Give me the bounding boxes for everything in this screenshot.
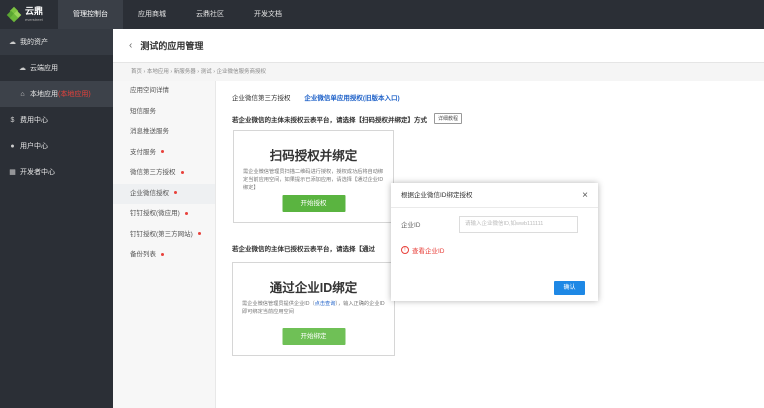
logo-text-cn: 云鼎: [25, 6, 44, 17]
card-desc-text: 需企业微信管理员提供企业ID（: [242, 301, 315, 307]
close-icon[interactable]: ×: [582, 183, 588, 208]
page-title: 测试的应用管理: [140, 41, 204, 51]
submenu-item-sms[interactable]: 短信服务: [113, 102, 215, 123]
sidebar-item-local-apps[interactable]: ⌂ 本地应用 (本地应用): [0, 81, 113, 107]
status-dot: [161, 252, 164, 256]
auth-type-label: 企业微信第三方授权: [232, 95, 291, 102]
alert-circle-icon: !: [401, 246, 409, 254]
card-title: 扫码授权并绑定: [269, 149, 358, 163]
nav-community[interactable]: 云鼎社区: [181, 0, 239, 29]
submenu-item-label: 短信服务: [130, 107, 156, 115]
submenu-item-space-detail[interactable]: 应用空间详情: [113, 81, 215, 102]
sidebar-item-tag: (本地应用): [58, 91, 91, 98]
scan-auth-card: 扫码授权并绑定 需企业微信管理员扫描二维码进行授权，授权成功后将自动绑定当前应用…: [233, 130, 394, 223]
submenu-item-dingtalk-micro[interactable]: 钉钉授权(微应用): [113, 204, 215, 225]
brand-logo[interactable]: 云鼎 everstreet: [0, 0, 58, 29]
status-dot: [197, 232, 201, 236]
chevron-left-icon[interactable]: ‹: [129, 40, 132, 51]
submenu-item-label: 钉钉授权(微应用): [130, 210, 180, 217]
submenu-item-wechat-auth[interactable]: 微信第三方授权: [113, 163, 215, 184]
submenu-item-label: 企业微信授权: [130, 189, 169, 197]
submenu-item-label: 支付服务: [130, 148, 156, 156]
secondary-menu: 应用空间详情 短信服务 消息推送服务 支付服务 微信第三方授权 企业微信授权 钉…: [113, 81, 216, 408]
start-auth-button[interactable]: 开始授权: [282, 195, 345, 212]
start-bind-button[interactable]: 开始绑定: [282, 328, 345, 345]
logo-icon: [6, 6, 22, 23]
bind-instruction-row: 若企业微信的主体已授权云表平台，请选择【通过: [232, 246, 375, 253]
status-dot: [184, 211, 188, 215]
user-icon: ●: [10, 142, 15, 150]
sidebar-item-cloud-apps[interactable]: ☁ 云端应用: [0, 55, 113, 81]
grid-icon: ▦: [9, 169, 16, 176]
nav-console[interactable]: 管理控制台: [58, 0, 123, 29]
corp-id-label: 企业ID: [401, 222, 421, 229]
card-description: 需企业微信管理员提供企业ID（点击查询），输入正确的企业ID即可绑定当前应用空间: [233, 296, 394, 316]
cloud-icon: ☁: [19, 65, 26, 72]
corp-id-input[interactable]: 请输入企业微信ID,如wwb111111: [459, 216, 578, 233]
page-header: ‹ 测试的应用管理: [113, 29, 764, 63]
submenu-item-label: 微信第三方授权: [130, 169, 176, 176]
confirm-button[interactable]: 确认: [554, 281, 585, 295]
lookup-link[interactable]: 点击查询: [315, 301, 336, 307]
submenu-item-dingtalk-site[interactable]: 钉钉授权(第三方网站): [113, 225, 215, 246]
top-nav-bar: 云鼎 everstreet 管理控制台 应用商城 云鼎社区 开发文档: [0, 0, 764, 29]
home-icon: ⌂: [20, 90, 25, 98]
card-description: 需企业微信管理员扫描二维码进行授权，授权成功后将自动绑定当前应用空间，如果提示已…: [243, 169, 384, 191]
bind-dialog: 根据企业微信ID绑定授权 × 企业ID 请输入企业微信ID,如wwb111111…: [391, 183, 598, 301]
auth-type-row: 企业微信第三方授权 企业微信单应用授权(旧版本入口): [232, 92, 400, 102]
error-text: 查看企业ID: [412, 248, 445, 255]
cloud-icon: ☁: [9, 39, 16, 46]
sidebar-item-developer[interactable]: ▦ 开发者中心: [0, 159, 113, 185]
sidebar-item-label: 云端应用: [30, 65, 58, 72]
submenu-item-push[interactable]: 消息推送服务: [113, 122, 215, 143]
card-title: 通过企业ID绑定: [269, 281, 358, 295]
submenu-item-payment[interactable]: 支付服务: [113, 143, 215, 164]
dialog-header: 根据企业微信ID绑定授权 ×: [391, 183, 598, 208]
sidebar-item-user-center[interactable]: ● 用户中心: [0, 133, 113, 159]
logo-text-en: everstreet: [25, 16, 43, 22]
status-dot: [180, 170, 184, 174]
submenu-item-wecom-auth[interactable]: 企业微信授权: [113, 183, 215, 204]
submenu-item-label: 消息推送服务: [130, 128, 169, 135]
nav-dev-docs[interactable]: 开发文档: [239, 0, 297, 29]
sidebar-item-label: 用户中心: [20, 143, 48, 150]
corp-id-bind-card: 通过企业ID绑定 需企业微信管理员提供企业ID（点击查询），输入正确的企业ID即…: [232, 262, 395, 356]
dollar-icon: $: [10, 116, 15, 124]
scan-instruction-text: 若企业微信的主体未授权云表平台，请选择【扫码授权并绑定】方式: [232, 116, 427, 124]
sidebar-item-billing[interactable]: $ 费用中心: [0, 107, 113, 133]
sidebar-item-my-assets[interactable]: ☁ 我的资产: [0, 29, 113, 55]
sidebar-item-label: 费用中心: [20, 117, 48, 124]
status-dot: [161, 150, 164, 154]
tutorial-button[interactable]: 详细教程: [434, 113, 463, 124]
sidebar: ☁ 我的资产 ☁ 云端应用 ⌂ 本地应用 (本地应用) $ 费用中心 ● 用户中…: [0, 29, 113, 408]
status-dot: [174, 191, 177, 195]
submenu-item-label: 应用空间详情: [130, 87, 169, 94]
sidebar-item-label: 本地应用: [30, 91, 58, 98]
error-message[interactable]: ! 查看企业ID: [401, 245, 445, 255]
sidebar-item-label: 开发者中心: [20, 169, 55, 176]
legacy-entry-link[interactable]: 企业微信单应用授权(旧版本入口): [304, 95, 399, 102]
nav-app-store[interactable]: 应用商城: [123, 0, 181, 29]
submenu-item-label: 钉钉授权(第三方网站): [130, 230, 193, 238]
scan-instruction-row: 若企业微信的主体未授权云表平台，请选择【扫码授权并绑定】方式 详细教程: [232, 113, 463, 124]
dialog-title: 根据企业微信ID绑定授权: [401, 192, 473, 199]
submenu-item-backup[interactable]: 备份列表: [113, 245, 215, 266]
submenu-item-label: 备份列表: [130, 251, 156, 258]
breadcrumb[interactable]: 首页 › 本地应用 › 新服务器 › 测试 › 企业微信服务商授权: [113, 63, 764, 81]
sidebar-item-label: 我的资产: [20, 39, 48, 46]
